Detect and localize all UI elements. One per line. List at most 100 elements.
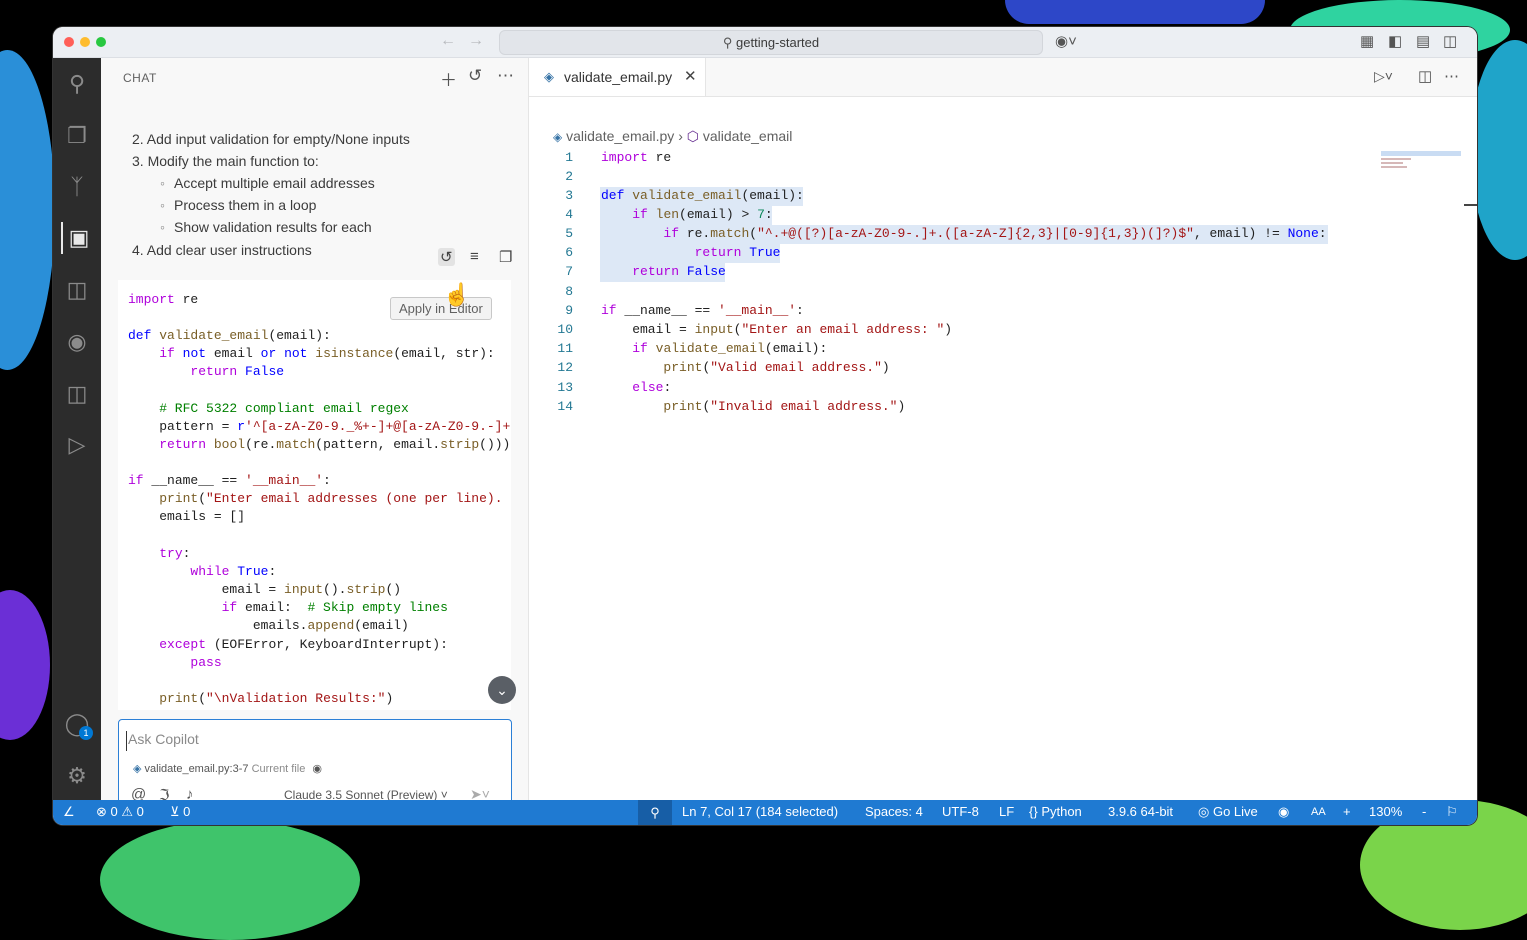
bg-blob (1005, 0, 1265, 24)
problems-indicator[interactable]: ⊗ 0 ⚠ 0 (96, 804, 144, 820)
bg-blob (0, 590, 50, 740)
settings-gear-icon[interactable]: ⚙ (61, 760, 93, 792)
warning-count: 0 (136, 804, 144, 819)
tooltip: Apply in Editor (390, 297, 492, 320)
breadcrumb-file[interactable]: validate_email.py (566, 128, 674, 144)
remote-indicator-icon[interactable]: ∠ (63, 804, 75, 820)
minimap-line (1381, 151, 1461, 156)
line-number: 6 (565, 245, 573, 260)
code-line[interactable]: else: (601, 380, 671, 395)
copilot-icon[interactable]: ◉˅ (1055, 32, 1077, 50)
minimize-window-button[interactable] (80, 37, 90, 47)
encoding[interactable]: UTF-8 (942, 804, 979, 819)
toggle-panel-icon[interactable]: ▤ (1416, 32, 1430, 50)
zoom-window-button[interactable] (96, 37, 106, 47)
breadcrumb: ◈ validate_email.py › ⬡ validate_email (553, 128, 792, 145)
code-line[interactable]: return True (601, 245, 781, 260)
run-debug-icon[interactable]: ▷ (61, 429, 93, 461)
line-number: 3 (565, 188, 573, 203)
cursor-position[interactable]: Ln 7, Col 17 (184 selected) (682, 804, 838, 819)
end-of-line[interactable]: LF (999, 804, 1014, 819)
copilot-status-icon[interactable]: ◉ (1278, 804, 1289, 820)
attachment-chip[interactable]: ◈ validate_email.py:3-7 Current file ◉ (133, 762, 322, 775)
toggle-secondary-sidebar-icon[interactable]: ◫ (1443, 32, 1457, 50)
code-line: try: (159, 546, 191, 561)
explorer-icon[interactable]: ❐ (61, 120, 93, 152)
font-size-indicator[interactable]: AA (1311, 806, 1326, 818)
run-icon[interactable]: ▷˅ (1374, 68, 1393, 85)
code-line: if not email or not isinstance(email, st… (159, 346, 495, 361)
insert-at-cursor-icon[interactable]: ≡ (470, 248, 479, 265)
attachment-note: Current file (251, 763, 306, 775)
line-number: 9 (565, 303, 573, 318)
code-line[interactable]: import re (601, 150, 671, 165)
close-icon[interactable]: ✕ (684, 67, 697, 85)
more-actions-icon[interactable]: ⋯ (497, 66, 514, 86)
code-line[interactable]: if len(email) > 7: (601, 207, 772, 222)
new-chat-plus-icon[interactable]: ＋ (440, 66, 457, 91)
code-line: print("\nValidation Results:") (159, 691, 394, 706)
tab-label: validate_email.py (564, 69, 673, 85)
tab-validate-email[interactable]: ◈ validate_email.py ✕ (529, 58, 706, 96)
go-live[interactable]: ◎ Go Live (1198, 804, 1258, 820)
minimap-line (1381, 162, 1403, 164)
python-file-icon: ◈ (133, 763, 142, 775)
broadcast-icon: ◎ (1198, 804, 1210, 819)
python-interpreter[interactable]: 3.9.6 64-bit (1108, 804, 1173, 819)
list-item: Show validation results for each (174, 219, 372, 235)
indentation[interactable]: Spaces: 4 (865, 804, 923, 819)
language-mode[interactable]: {} Python (1029, 804, 1082, 819)
code-line: email = input().strip() (128, 582, 402, 597)
chat-icon[interactable]: ▣ (61, 222, 95, 254)
zoom-in-button[interactable]: + (1343, 804, 1351, 819)
ports-indicator[interactable]: ⊻ 0 (170, 804, 190, 820)
close-window-button[interactable] (64, 37, 74, 47)
notifications-bell-icon[interactable]: ⚐ (1446, 804, 1458, 820)
chat-history-icon[interactable]: ↺ (468, 66, 482, 86)
command-center-search[interactable]: ⚲ getting-started (499, 30, 1043, 55)
forward-arrow-icon[interactable]: → (468, 32, 484, 50)
status-bar: ∠ ⊗ 0 ⚠ 0 ⊻ 0 ⚲ Ln 7, Col 17 (184 select… (53, 800, 1477, 825)
code-line[interactable]: print("Valid email address.") (601, 360, 889, 375)
code-line[interactable]: def validate_email(email): (601, 188, 804, 203)
code-line[interactable]: return False (601, 264, 726, 279)
copy-icon[interactable]: ❐ (499, 248, 512, 266)
error-icon: ⊗ (96, 804, 107, 819)
code-line: emails.append(email) (128, 618, 409, 633)
scroll-down-button[interactable]: ⌄ (488, 676, 516, 704)
code-line: import re (128, 292, 199, 307)
line-number: 4 (565, 207, 573, 222)
code-line[interactable]: print("Invalid email address.") (601, 399, 905, 414)
search-icon[interactable]: ⚲ (638, 800, 672, 825)
python-file-icon: ◈ (553, 130, 563, 144)
list-item-bullet: ◦ (160, 175, 165, 191)
eye-icon[interactable]: ◉ (312, 763, 322, 775)
chat-input-field[interactable]: Ask Copilot (126, 731, 503, 751)
title-bar: ← → ⚲ getting-started ◉˅ ▦ ◧ ▤ ◫ (53, 27, 1477, 58)
extensions-icon[interactable]: ◫ (61, 274, 93, 306)
customize-layout-icon[interactable]: ▦ (1360, 32, 1374, 50)
code-line: if __name__ == '__main__': (128, 473, 331, 488)
search-icon: ⚲ (722, 35, 733, 50)
chat-title: CHAT (123, 71, 157, 85)
source-control-icon[interactable]: ᛉ (61, 171, 93, 203)
more-actions-icon[interactable]: ⋯ (1444, 67, 1459, 85)
zoom-out-button[interactable]: - (1422, 804, 1426, 819)
code-line[interactable]: if __name__ == '__main__': (601, 303, 804, 318)
code-line[interactable]: if validate_email(email): (601, 341, 827, 356)
code-line: def validate_email(email): (128, 328, 331, 343)
attachment-range: :3-7 (229, 763, 249, 775)
code-line[interactable]: email = input("Enter an email address: "… (601, 322, 952, 337)
split-editor-icon[interactable]: ◫ (1418, 67, 1432, 85)
code-line[interactable]: if re.match("^.+@([?)[a-zA-Z0-9-.]+.([a-… (601, 226, 1326, 241)
back-arrow-icon[interactable]: ← (440, 32, 456, 50)
breadcrumb-symbol[interactable]: validate_email (703, 128, 793, 144)
search-icon[interactable]: ⚲ (61, 68, 93, 100)
remote-explorer-icon[interactable]: ◫ (61, 378, 93, 410)
apply-in-editor-icon[interactable]: ↺ (438, 248, 455, 266)
github-icon[interactable]: ◉ (61, 326, 93, 358)
minimap[interactable] (1381, 151, 1461, 171)
toggle-primary-sidebar-icon[interactable]: ◧ (1388, 32, 1402, 50)
chat-code-block: import re def validate_email(email): if … (118, 280, 511, 710)
zoom-level[interactable]: 130% (1369, 804, 1402, 819)
